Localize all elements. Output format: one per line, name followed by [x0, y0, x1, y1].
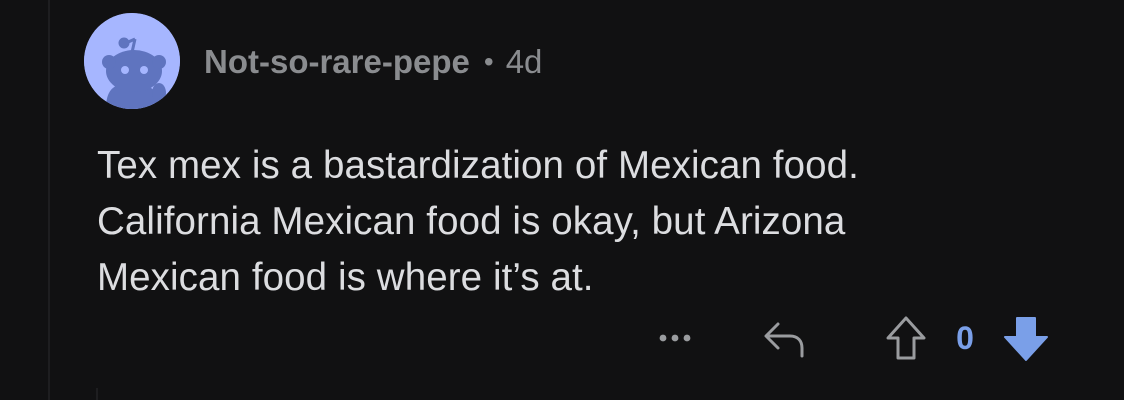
more-options-icon: [659, 334, 691, 342]
vote-score: 0: [956, 319, 974, 356]
child-thread-line: [96, 388, 98, 400]
comment-actions: 0: [0, 312, 1124, 364]
meta-separator: •: [483, 46, 494, 77]
downvote-button[interactable]: [1000, 312, 1052, 364]
upvote-button[interactable]: [880, 312, 932, 364]
comment-line: Mexican food is where it’s at.: [97, 256, 594, 299]
reply-button[interactable]: [756, 312, 812, 364]
upvote-arrow-icon: [886, 316, 926, 360]
comment-header: Not-so-rare-pepe • 4d: [204, 40, 542, 84]
comment-line: Tex mex is a bastardization of Mexican f…: [97, 144, 859, 187]
more-options-button[interactable]: [650, 312, 700, 364]
username-link[interactable]: Not-so-rare-pepe: [204, 43, 470, 81]
comment-line: California Mexican food is okay, but Ari…: [97, 200, 846, 243]
comment-body: Tex mex is a bastardization of Mexican f…: [97, 138, 1057, 306]
avatar[interactable]: [84, 13, 180, 109]
snoo-avatar-icon: [84, 13, 180, 109]
comment-age: 4d: [505, 43, 543, 80]
downvote-arrow-icon: [1004, 317, 1048, 361]
reply-icon: [764, 322, 804, 358]
